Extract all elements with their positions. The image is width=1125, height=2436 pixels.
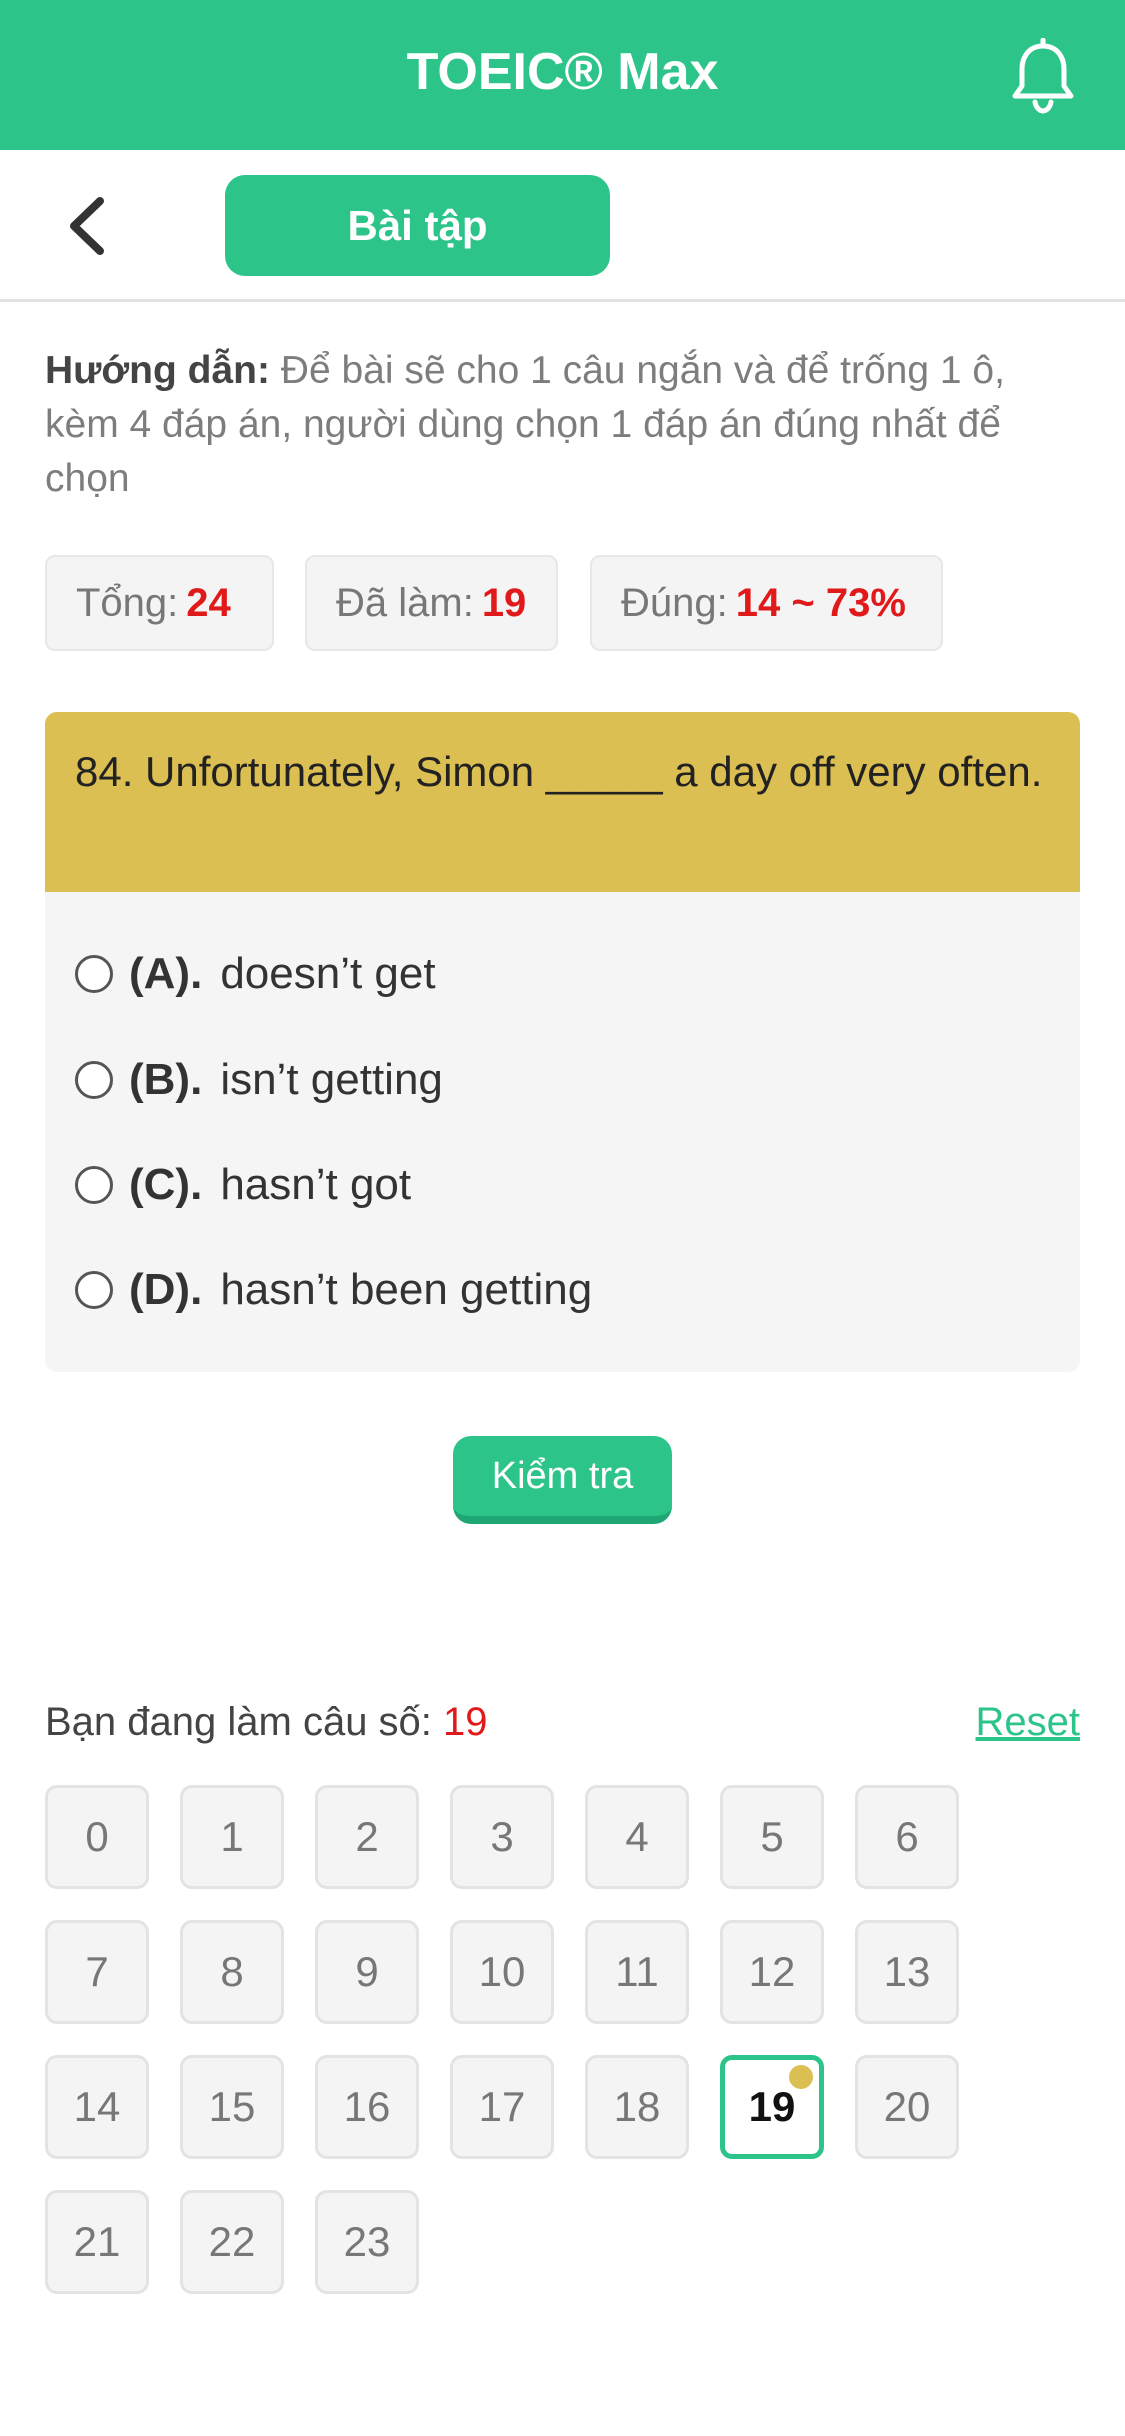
question-text: 84. Unfortunately, Simon _____ a day off… [45,712,1080,892]
question-number-button[interactable]: 14 [45,2055,149,2159]
question-number-label: 17 [478,2083,526,2130]
radio-icon[interactable] [75,1271,113,1309]
question-number-label: 16 [343,2083,391,2130]
question-number-button[interactable]: 18 [585,2055,689,2159]
question-number-button[interactable]: 0 [45,1785,149,1889]
question-number-label: 13 [883,1948,931,1995]
question-number-label: 6 [895,1813,919,1860]
question-number-button[interactable]: 6 [855,1785,959,1889]
option-text: hasn’t been getting [220,1265,593,1314]
question-number-button[interactable]: 5 [720,1785,824,1889]
question-number-button[interactable]: 4 [585,1785,689,1889]
option-b[interactable]: (B). isn’t getting [75,1045,443,1115]
question-number-label: 3 [490,1813,514,1860]
question-number-label: 14 [73,2083,121,2130]
check-button[interactable]: Kiểm tra [453,1436,672,1524]
option-text: isn’t getting [220,1055,443,1104]
option-c[interactable]: (C). hasn’t got [75,1150,411,1220]
sub-toolbar: Bài tập [0,150,1125,302]
option-letter: (B). [129,1055,203,1104]
app-title: TOEIC® Max [406,43,719,101]
progress-label-text: Bạn đang làm câu số: [45,1700,432,1744]
question-number-button[interactable]: 3 [450,1785,554,1889]
option-text: doesn’t get [220,949,436,998]
app-bar: TOEIC® Max [0,0,1125,150]
question-number-button[interactable]: 10 [450,1920,554,2024]
question-number-button[interactable]: 15 [180,2055,284,2159]
question-number-button[interactable]: 12 [720,1920,824,2024]
current-indicator-dot [789,2065,813,2089]
option-a[interactable]: (A). doesn’t get [75,939,436,1009]
question-number-button[interactable]: 23 [315,2190,419,2294]
question-number-label: 11 [615,1948,659,1995]
question-number-button[interactable]: 16 [315,2055,419,2159]
radio-icon[interactable] [75,1061,113,1099]
option-letter: (D). [129,1265,203,1314]
question-number-button[interactable]: 7 [45,1920,149,2024]
question-number-button[interactable]: 9 [315,1920,419,2024]
question-number-label: 4 [625,1813,649,1860]
question-number-label: 19 [748,2083,796,2130]
stat-correct: Đúng: 14 ~ 73% [590,555,943,651]
question-number-label: 5 [760,1813,784,1860]
question-number-label: 7 [85,1948,109,1995]
question-number-label: 1 [220,1813,244,1860]
question-number-button[interactable]: 8 [180,1920,284,2024]
question-number-button[interactable]: 11 [585,1920,689,2024]
stat-correct-value: 14 ~ 73% [735,581,906,625]
reset-link[interactable]: Reset [970,1700,1081,1745]
stat-correct-label: Đúng: [621,581,728,625]
bell-icon[interactable] [1008,38,1078,114]
stat-total: Tổng: 24 [45,555,274,651]
question-number-button[interactable]: 13 [855,1920,959,2024]
question-number-button[interactable]: 20 [855,2055,959,2159]
progress-label: Bạn đang làm câu số: 19 [45,1700,488,1745]
question-number-label: 18 [613,2083,661,2130]
option-d[interactable]: (D). hasn’t been getting [75,1255,592,1325]
stat-total-label: Tổng: [76,581,179,625]
chevron-left-icon[interactable] [60,195,120,257]
question-number-label: 2 [355,1813,379,1860]
question-number-label: 22 [208,2218,256,2265]
radio-icon[interactable] [75,955,113,993]
tab-exercise[interactable]: Bài tập [225,175,610,276]
stat-done-value: 19 [481,581,527,625]
question-number-label: 12 [748,1948,796,1995]
stat-done: Đã làm: 19 [305,555,558,651]
question-number-button[interactable]: 1 [180,1785,284,1889]
question-card: 84. Unfortunately, Simon _____ a day off… [45,712,1080,1372]
question-number-button[interactable]: 22 [180,2190,284,2294]
stat-total-value: 24 [186,581,231,625]
question-number-label: 10 [478,1948,526,1995]
question-number-label: 20 [883,2083,931,2130]
option-text: hasn’t got [220,1160,412,1209]
option-letter: (A). [129,949,203,998]
current-question-number: 19 [443,1700,488,1744]
radio-icon[interactable] [75,1166,113,1204]
question-number-button[interactable]: 17 [450,2055,554,2159]
question-number-label: 23 [343,2218,391,2265]
stat-done-label: Đã làm: [336,581,474,625]
question-number-label: 15 [208,2083,256,2130]
instruction-label: Hướng dẫn: [45,349,270,392]
question-number-label: 21 [73,2218,121,2265]
instruction-text: Hướng dẫn: Để bài sẽ cho 1 câu ngắn và đ… [45,344,1085,506]
question-number-button[interactable]: 2 [315,1785,419,1889]
question-number-label: 9 [355,1948,379,1995]
question-number-label: 0 [85,1813,109,1860]
question-number-button[interactable]: 19 [720,2055,824,2159]
option-letter: (C). [129,1160,203,1209]
question-number-label: 8 [220,1948,244,1995]
question-number-button[interactable]: 21 [45,2190,149,2294]
